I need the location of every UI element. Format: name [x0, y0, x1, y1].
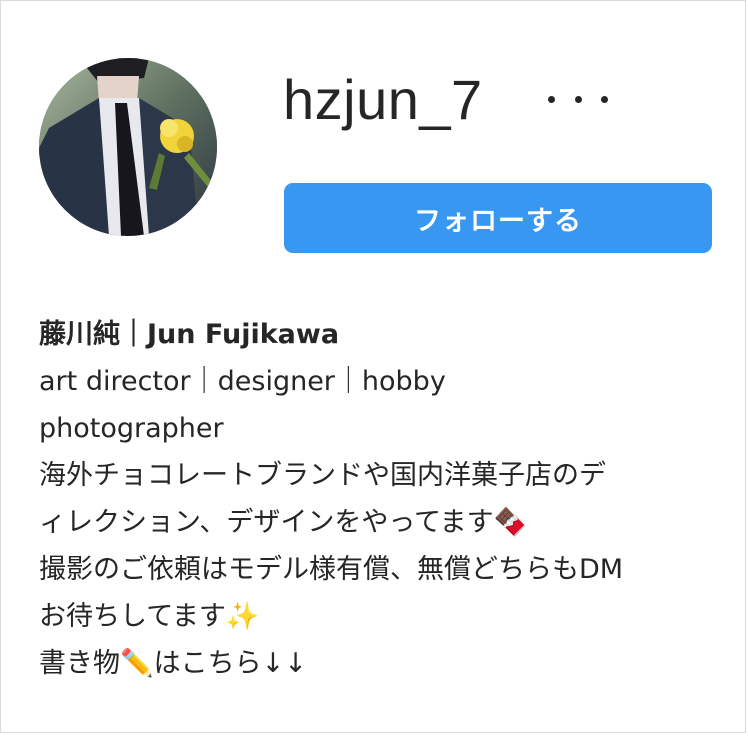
more-options-button[interactable] [548, 81, 608, 117]
bio-line: 海外チョコレートブランドや国内洋菓子店のデ [39, 460, 606, 491]
bio-line: photographer [39, 413, 224, 444]
bio-line: art director｜designer｜hobby [39, 366, 446, 397]
more-horizontal-icon-dot [601, 95, 608, 103]
bio-line: 撮影のご依頼はモデル様有償、無償どちらもDM [39, 554, 624, 585]
more-horizontal-icon-dot [574, 95, 582, 103]
bio-line: お待ちしてます✨ [39, 601, 260, 632]
bio-line: 書き物✏️はこちら↓↓ [39, 648, 307, 679]
profile-bio: 藤川純｜Jun Fujikawa art director｜designer｜h… [39, 311, 729, 687]
profile-full-name: 藤川純｜Jun Fujikawa [39, 319, 340, 350]
follow-button[interactable]: フォローする [284, 183, 712, 253]
avatar[interactable] [39, 58, 217, 236]
profile-photo [39, 58, 217, 236]
profile-header: hzjun_7 フォローする 藤川純｜Jun Fujikawa art dire… [0, 0, 746, 733]
username: hzjun_7 [283, 68, 483, 131]
more-horizontal-icon [548, 95, 555, 103]
bio-line: ィレクション、デザインをやってます🍫 [39, 507, 528, 538]
